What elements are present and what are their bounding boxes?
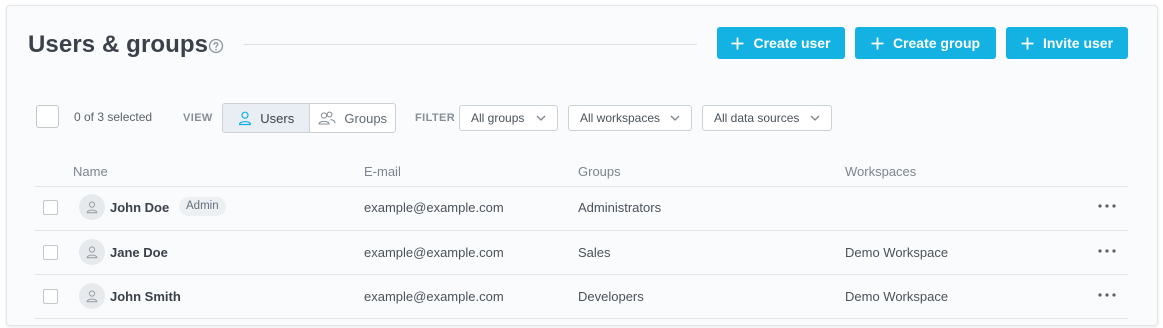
view-groups-button[interactable]: Groups — [310, 104, 396, 132]
row-divider — [35, 318, 1128, 319]
data-sources-filter-dropdown[interactable]: All data sources — [702, 105, 832, 131]
user-email: example@example.com — [364, 245, 504, 260]
create-group-button[interactable]: Create group — [855, 27, 996, 59]
user-name[interactable]: John Doe — [110, 200, 169, 215]
user-email: example@example.com — [364, 289, 504, 304]
user-icon — [239, 111, 252, 126]
column-header-name[interactable]: Name — [73, 164, 108, 179]
view-users-button[interactable]: Users — [223, 104, 310, 132]
table-row[interactable]: Jane Doe example@example.com Sales Demo … — [7, 231, 1157, 275]
question-circle-icon[interactable] — [208, 38, 224, 54]
chevron-down-icon — [670, 115, 680, 121]
view-label: VIEW — [183, 112, 213, 124]
selected-count: 0 of 3 selected — [74, 110, 153, 124]
user-groups: Administrators — [578, 200, 662, 215]
plus-icon — [871, 37, 884, 49]
column-header-workspaces[interactable]: Workspaces — [845, 164, 916, 179]
admin-badge: Admin — [179, 197, 226, 216]
column-header-groups[interactable]: Groups — [578, 164, 621, 179]
page-title: Users & groups — [28, 31, 209, 58]
user-icon — [86, 246, 98, 259]
filter-label: FILTER — [415, 112, 456, 124]
plus-icon — [731, 37, 744, 49]
chevron-down-icon — [810, 115, 820, 121]
groups-filter-value: All groups — [471, 111, 525, 125]
invite-user-button[interactable]: Invite user — [1006, 27, 1128, 59]
users-groups-panel: Users & groups Create user Create group … — [6, 5, 1158, 326]
groups-filter-dropdown[interactable]: All groups — [459, 105, 558, 131]
user-groups: Sales — [578, 245, 611, 260]
view-groups-label: Groups — [344, 110, 388, 126]
invite-user-label: Invite user — [1042, 35, 1114, 51]
title-divider — [244, 44, 697, 45]
more-options-icon[interactable] — [1096, 286, 1118, 304]
chevron-down-icon — [536, 115, 546, 121]
user-workspaces: Demo Workspace — [845, 289, 949, 304]
view-toggle: Users Groups — [222, 103, 396, 133]
workspaces-filter-dropdown[interactable]: All workspaces — [568, 105, 692, 131]
avatar — [79, 283, 105, 309]
user-name[interactable]: Jane Doe — [110, 245, 168, 260]
create-group-label: Create group — [892, 35, 981, 51]
column-header-email[interactable]: E-mail — [364, 164, 401, 179]
row-checkbox[interactable] — [43, 289, 58, 304]
table-row[interactable]: John Smith example@example.com Developer… — [7, 275, 1157, 319]
create-user-label: Create user — [753, 35, 831, 51]
avatar — [79, 239, 105, 265]
create-user-button[interactable]: Create user — [717, 27, 845, 59]
user-workspaces: Demo Workspace — [845, 245, 949, 260]
plus-icon — [1021, 37, 1034, 49]
user-groups: Developers — [578, 289, 644, 304]
row-checkbox[interactable] — [43, 245, 58, 260]
table-row[interactable]: John Doe Admin example@example.com Admin… — [7, 186, 1157, 230]
user-email: example@example.com — [364, 200, 504, 215]
workspaces-filter-value: All workspaces — [580, 111, 661, 125]
user-name[interactable]: John Smith — [110, 289, 181, 304]
avatar — [79, 194, 105, 220]
more-options-icon[interactable] — [1096, 197, 1118, 215]
data-sources-filter-value: All data sources — [714, 111, 800, 125]
select-all-checkbox[interactable] — [36, 105, 59, 128]
group-icon — [318, 111, 336, 125]
more-options-icon[interactable] — [1096, 242, 1118, 260]
view-users-label: Users — [260, 110, 295, 126]
row-checkbox[interactable] — [43, 200, 58, 215]
user-icon — [86, 201, 98, 214]
user-icon — [86, 290, 98, 303]
